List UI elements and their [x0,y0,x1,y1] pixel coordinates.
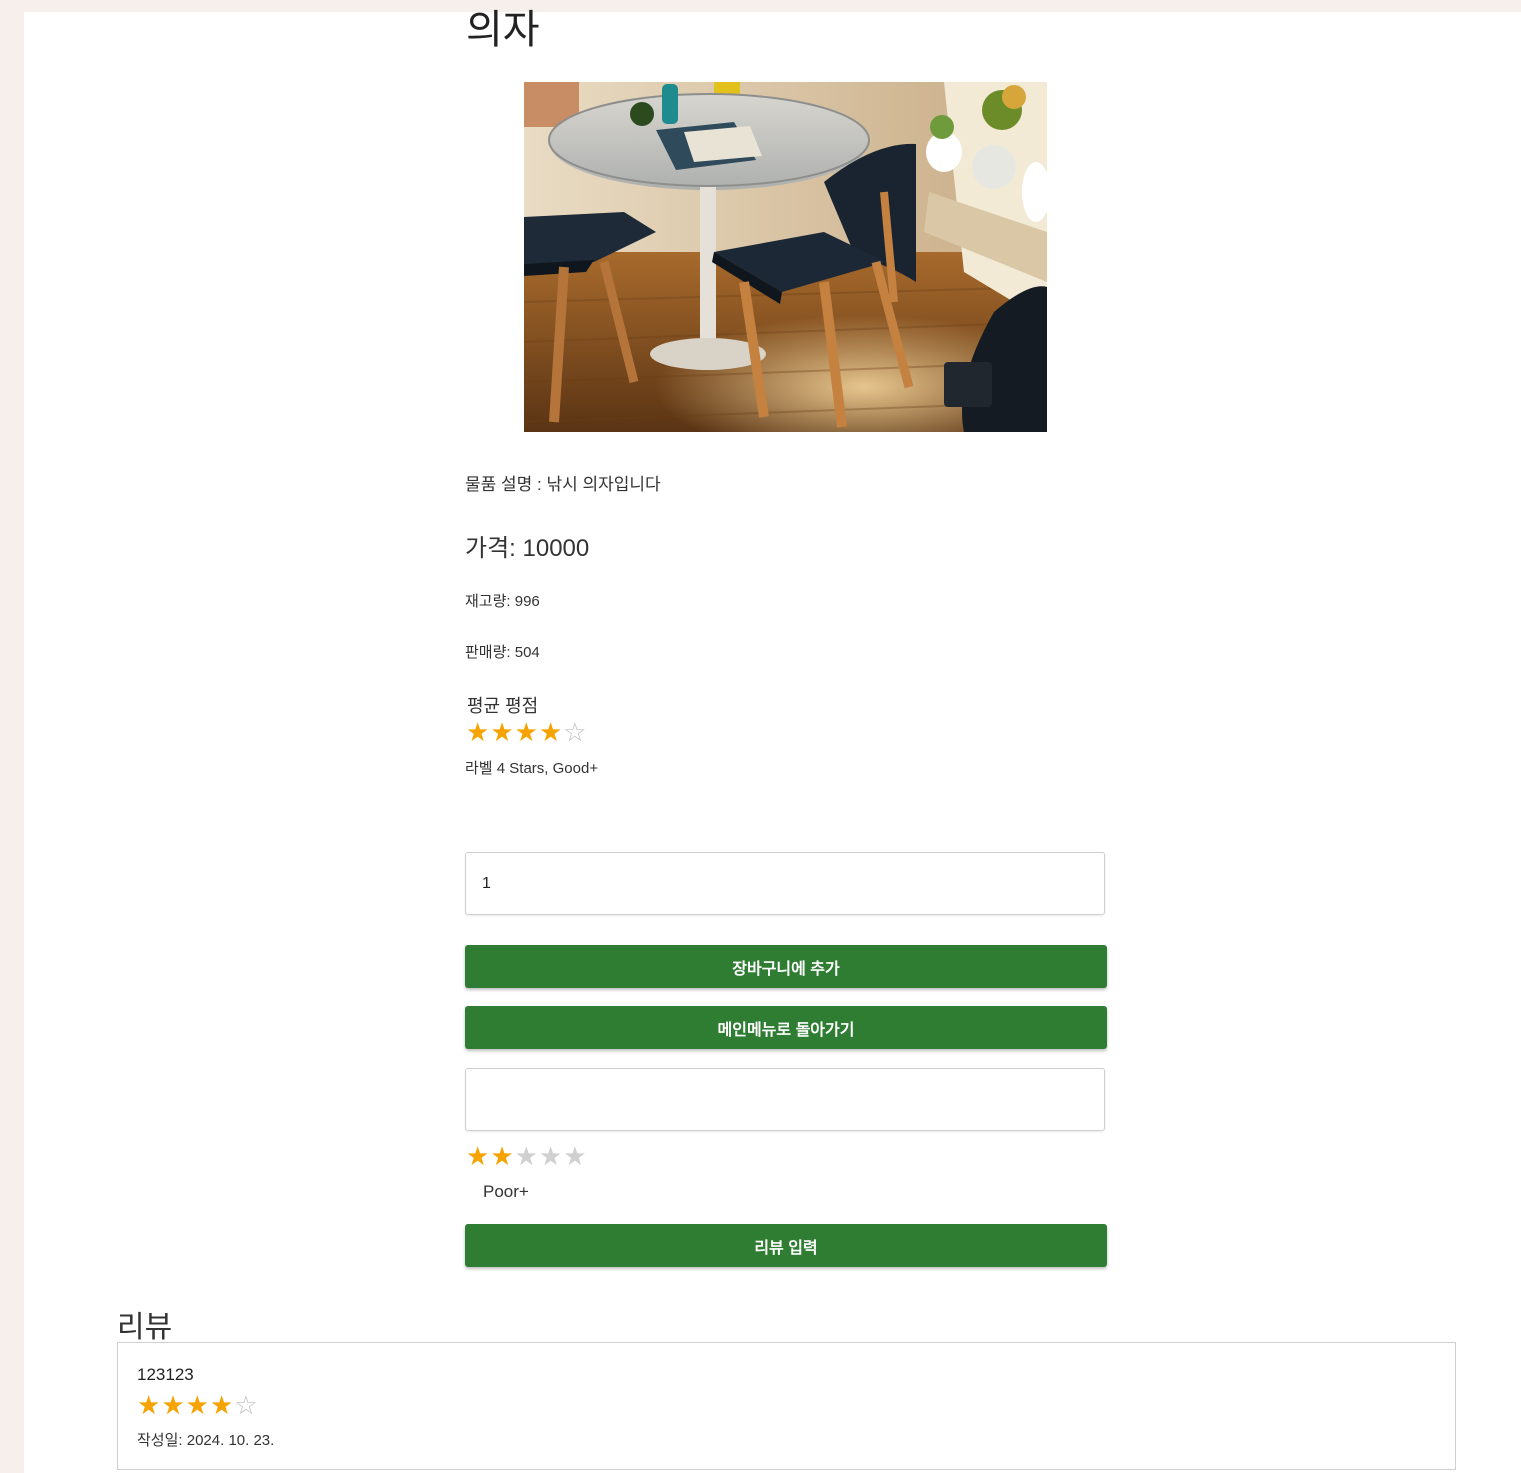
star-outline-icon: ☆ [563,717,588,747]
product-detail-page: 의자 물품 설명: 낚시 의자입니다 가격: 10000 재고량: 996 판… [24,8,1521,1473]
star-empty-icon[interactable]: ★ [539,1141,563,1171]
star-icon: ★ [161,1390,186,1420]
reviews-heading: 리뷰 [117,1311,173,1344]
review-rating-input[interactable]: ★★★★★ [466,1142,588,1170]
star-icon: ★ [185,1390,210,1420]
review-rating-label: Poor+ [483,1182,529,1201]
star-empty-icon[interactable]: ★ [563,1141,587,1171]
product-image [524,82,1047,432]
average-rating-heading: 평균 평점 [467,696,539,716]
chair-table-photo [524,82,1047,432]
review-text-input[interactable] [465,1068,1105,1131]
back-to-main-button[interactable]: 메인메뉴로 돌아가기 [465,1006,1107,1049]
star-icon: ★ [538,717,564,747]
quantity-input[interactable] [465,852,1105,915]
submit-review-button[interactable]: 리뷰 입력 [465,1224,1107,1267]
product-sales: 판매량: 504 [465,644,540,661]
product-stock: 재고량: 996 [465,593,540,610]
star-icon: ★ [466,717,491,747]
star-icon: ★ [137,1390,162,1420]
star-icon[interactable]: ★ [490,1141,514,1171]
star-icon: ★ [490,717,515,747]
star-empty-icon[interactable]: ★ [515,1141,539,1171]
star-outline-icon: ☆ [234,1390,259,1420]
review-content: 123123 [137,1365,194,1384]
product-title: 의자 [466,8,540,52]
add-to-cart-button[interactable]: 장바구니에 추가 [465,945,1107,988]
star-icon: ★ [209,1390,235,1420]
product-description: 물품 설명 : 낚시 의자입니다 [465,475,661,494]
average-rating-stars: ★★★★☆ [466,718,588,746]
star-icon: ★ [514,717,539,747]
review-date: 작성일: 2024. 10. 23. [137,1432,275,1449]
review-card: 123123 ★★★★☆ 작성일: 2024. 10. 23. [117,1342,1456,1470]
average-rating-label: 라벨 4 Stars, Good+ [465,760,599,777]
review-stars: ★★★★☆ [137,1391,259,1419]
star-icon[interactable]: ★ [466,1141,490,1171]
product-price: 가격: 10000 [465,535,590,562]
